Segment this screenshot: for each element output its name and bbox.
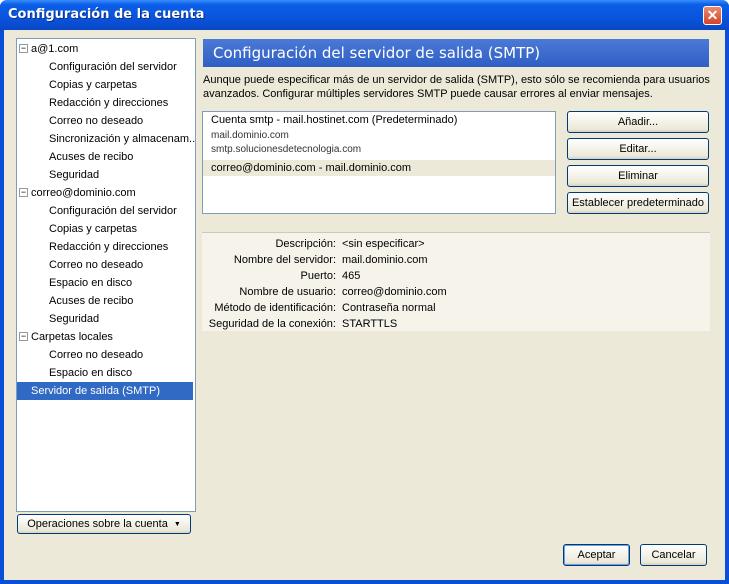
tree-node-label: Servidor de salida (SMTP): [31, 385, 160, 397]
tree-node-label: Carpetas locales: [31, 331, 113, 343]
accept-button-label: Aceptar: [577, 549, 616, 561]
add-button-label: Añadir...: [617, 116, 659, 128]
detail-value: Contraseña normal: [342, 302, 436, 314]
smtp-item-label: Cuenta smtp - mail.hostinet.com (Predete…: [211, 114, 458, 126]
panel-description: Aunque puede especificar más de un servi…: [203, 74, 710, 100]
window-title: Configuración de la cuenta: [8, 7, 205, 22]
tree-node-label: Configuración del servidor: [49, 61, 177, 73]
tree-node-label: correo@dominio.com: [31, 187, 136, 199]
tree-settings-item[interactable]: Correo no deseado: [49, 112, 143, 130]
smtp-item-label: correo@dominio.com - mail.dominio.com: [211, 162, 412, 174]
smtp-item-detail: smtp.solucionesdetecnologia.com: [211, 144, 362, 155]
title-bar[interactable]: Configuración de la cuenta ✕: [0, 0, 729, 30]
detail-label: Descripción:: [275, 238, 336, 250]
tree-settings-item[interactable]: Redacción y direcciones: [49, 94, 168, 112]
cancel-button[interactable]: Cancelar: [640, 544, 707, 566]
tree-node-label: Copias y carpetas: [49, 223, 138, 235]
accept-button[interactable]: Aceptar: [563, 544, 630, 566]
account-operations-button[interactable]: Operaciones sobre la cuenta ▼: [17, 514, 191, 534]
tree-node-label: Redacción y direcciones: [49, 97, 169, 109]
edit-button-label: Editar...: [619, 143, 657, 155]
tree-node-label: Correo no deseado: [49, 115, 144, 127]
tree-settings-item[interactable]: Seguridad: [49, 166, 99, 184]
collapse-icon[interactable]: −: [19, 332, 28, 341]
detail-label: Puerto:: [300, 270, 336, 282]
tree-settings-item[interactable]: Correo no deseado: [49, 256, 143, 274]
tree-node-label: Sincronización y almacenam...: [49, 133, 196, 145]
detail-value: mail.dominio.com: [342, 254, 428, 266]
tree-node-label: Espacio en disco: [49, 277, 133, 289]
tree-settings-item[interactable]: Acuses de recibo: [49, 148, 133, 166]
detail-row: Nombre del servidor: mail.dominio.com: [202, 252, 710, 268]
tree-node-label: Acuses de recibo: [49, 151, 134, 163]
set-default-button-label: Establecer predeterminado: [571, 197, 705, 209]
dialog-body: − a@1.com Configuración del servidor Copias…: [4, 30, 725, 580]
smtp-server-item[interactable]: correo@dominio.com - mail.dominio.com: [203, 160, 555, 176]
set-default-button[interactable]: Establecer predeterminado: [567, 192, 709, 214]
tree-settings-item[interactable]: Acuses de recibo: [49, 292, 133, 310]
tree-node-label: Correo no deseado: [49, 259, 144, 271]
detail-value: correo@dominio.com: [342, 286, 447, 298]
detail-row: Descripción: <sin especificar>: [202, 236, 710, 252]
collapse-icon[interactable]: −: [19, 44, 28, 53]
tree-settings-item[interactable]: Correo no deseado: [49, 346, 143, 364]
delete-button-label: Eliminar: [618, 170, 658, 182]
chevron-down-icon: ▼: [173, 521, 181, 528]
account-settings-window: Configuración de la cuenta ✕ − a@1.com Con…: [0, 0, 729, 584]
tree-node-label: Copias y carpetas: [49, 79, 138, 91]
detail-row: Seguridad de la conexión: STARTTLS: [202, 316, 710, 332]
delete-button[interactable]: Eliminar: [567, 165, 709, 187]
detail-value: 465: [342, 270, 361, 282]
account-operations-label: Operaciones sobre la cuenta: [27, 518, 168, 530]
detail-row: Nombre de usuario: correo@dominio.com: [202, 284, 710, 300]
detail-label: Nombre de usuario:: [239, 286, 336, 298]
tree-settings-item[interactable]: Configuración del servidor: [49, 202, 177, 220]
detail-value: STARTTLS: [342, 318, 398, 330]
smtp-details-panel: Descripción: <sin especificar> Nombre del …: [202, 232, 710, 331]
edit-button[interactable]: Editar...: [567, 138, 709, 160]
tree-node-label: Seguridad: [49, 313, 100, 325]
tree-node-label: Correo no deseado: [49, 349, 144, 361]
tree-settings-item[interactable]: Copias y carpetas: [49, 220, 137, 238]
tree-node-label: Acuses de recibo: [49, 295, 134, 307]
detail-row: Método de identificación: Contraseña norm…: [202, 300, 710, 316]
detail-label: Método de identificación:: [214, 302, 336, 314]
tree-settings-item[interactable]: Configuración del servidor: [49, 58, 177, 76]
tree-node-label: Seguridad: [49, 169, 100, 181]
tree-settings-item[interactable]: Copias y carpetas: [49, 76, 137, 94]
panel-header: Configuración del servidor de salida (SM…: [203, 39, 709, 67]
smtp-item-detail: mail.dominio.com: [211, 130, 289, 141]
tree-settings-item[interactable]: Espacio en disco: [49, 274, 132, 292]
detail-label: Seguridad de la conexión:: [208, 318, 336, 330]
tree-account-node[interactable]: Servidor de salida (SMTP): [17, 382, 193, 400]
smtp-server-item[interactable]: Cuenta smtp - mail.hostinet.com (Predete…: [203, 113, 555, 157]
account-tree[interactable]: − a@1.com Configuración del servidor Copias…: [16, 38, 196, 512]
cancel-button-label: Cancelar: [651, 549, 696, 561]
detail-row: Puerto: 465: [202, 268, 710, 284]
tree-node-label: a@1.com: [31, 43, 79, 55]
add-button[interactable]: Añadir...: [567, 111, 709, 133]
tree-node-label: Redacción y direcciones: [49, 241, 169, 253]
tree-settings-item[interactable]: Redacción y direcciones: [49, 238, 168, 256]
tree-node-label: Configuración del servidor: [49, 205, 177, 217]
smtp-server-list[interactable]: Cuenta smtp - mail.hostinet.com (Predete…: [202, 111, 556, 214]
tree-settings-item[interactable]: Sincronización y almacenam...: [49, 130, 196, 148]
tree-settings-item[interactable]: Seguridad: [49, 310, 99, 328]
collapse-icon[interactable]: −: [19, 188, 28, 197]
tree-settings-item[interactable]: Espacio en disco: [49, 364, 132, 382]
detail-value: <sin especificar>: [342, 238, 425, 250]
tree-node-label: Espacio en disco: [49, 367, 133, 379]
detail-label: Nombre del servidor:: [233, 254, 336, 266]
close-icon[interactable]: ✕: [703, 6, 722, 25]
